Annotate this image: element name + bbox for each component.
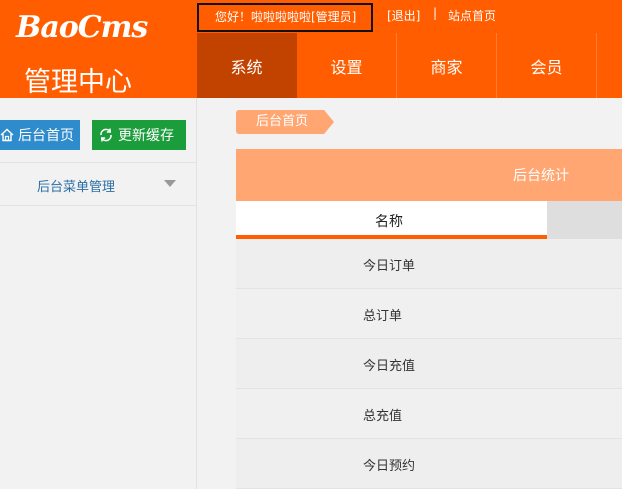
home-button[interactable]: 后台首页: [0, 120, 80, 150]
sidebar-divider: [0, 162, 196, 163]
row-label: 今日充值: [363, 359, 416, 374]
table-row: 今日订单: [236, 239, 622, 289]
sidebar-divider: [0, 205, 196, 206]
refresh-cache-label: 更新缓存: [118, 128, 174, 144]
stats-table-body: 今日订单 总订单 今日充值 总充值 今日预约: [236, 239, 622, 489]
logo[interactable]: BaoCms: [16, 10, 148, 45]
site-home-link[interactable]: 站点首页: [448, 7, 496, 24]
refresh-icon: [100, 128, 112, 142]
main-nav: 系统 设置 商家 会员: [197, 33, 622, 98]
stats-panel: 后台统计 名称 今日订单 总订单 今日充值 总充值 今日预约: [236, 149, 622, 489]
logo-area: BaoCms 管理中心: [0, 0, 197, 98]
table-row: 今日充值: [236, 339, 622, 389]
top-separator: |: [433, 6, 438, 20]
chevron-down-icon: [164, 180, 176, 187]
table-row: 今日预约: [236, 439, 622, 489]
row-label: 总订单: [363, 309, 403, 324]
table-row: 总充值: [236, 389, 622, 439]
breadcrumb: 后台首页: [236, 110, 335, 134]
table-header: 名称: [236, 201, 622, 239]
nav-tab-settings[interactable]: 设置: [297, 33, 397, 98]
breadcrumb-home[interactable]: 后台首页: [236, 110, 335, 134]
topbar: 您好！啦啦啦啦啦[管理员] [退出] | 站点首页: [197, 0, 622, 33]
sidebar: 后台首页 更新缓存 后台菜单管理: [0, 98, 197, 489]
app-subtitle: 管理中心: [24, 67, 132, 98]
table-row: 总订单: [236, 289, 622, 339]
greeting-text: 您好！啦啦啦啦啦[管理员]: [197, 3, 373, 32]
sidebar-menu-item[interactable]: 后台菜单管理: [0, 168, 196, 204]
home-button-label: 后台首页: [18, 128, 74, 144]
logout-link[interactable]: [退出]: [387, 7, 420, 24]
row-label: 总充值: [363, 409, 403, 424]
nav-tab-merchants[interactable]: 商家: [397, 33, 497, 98]
column-header-label: 名称: [375, 214, 403, 230]
sidebar-menu-label: 后台菜单管理: [37, 180, 116, 195]
column-header-name: 名称: [236, 201, 547, 239]
nav-tab-members[interactable]: 会员: [497, 33, 597, 98]
home-icon: [0, 128, 14, 142]
panel-title: 后台统计: [513, 168, 569, 184]
refresh-cache-button[interactable]: 更新缓存: [92, 120, 186, 150]
row-label: 今日订单: [363, 259, 416, 274]
panel-header: 后台统计: [236, 149, 622, 201]
nav-tab-system[interactable]: 系统: [197, 33, 297, 98]
row-label: 今日预约: [363, 459, 416, 474]
header: BaoCms 管理中心 您好！啦啦啦啦啦[管理员] [退出] | 站点首页 系统…: [0, 0, 622, 98]
